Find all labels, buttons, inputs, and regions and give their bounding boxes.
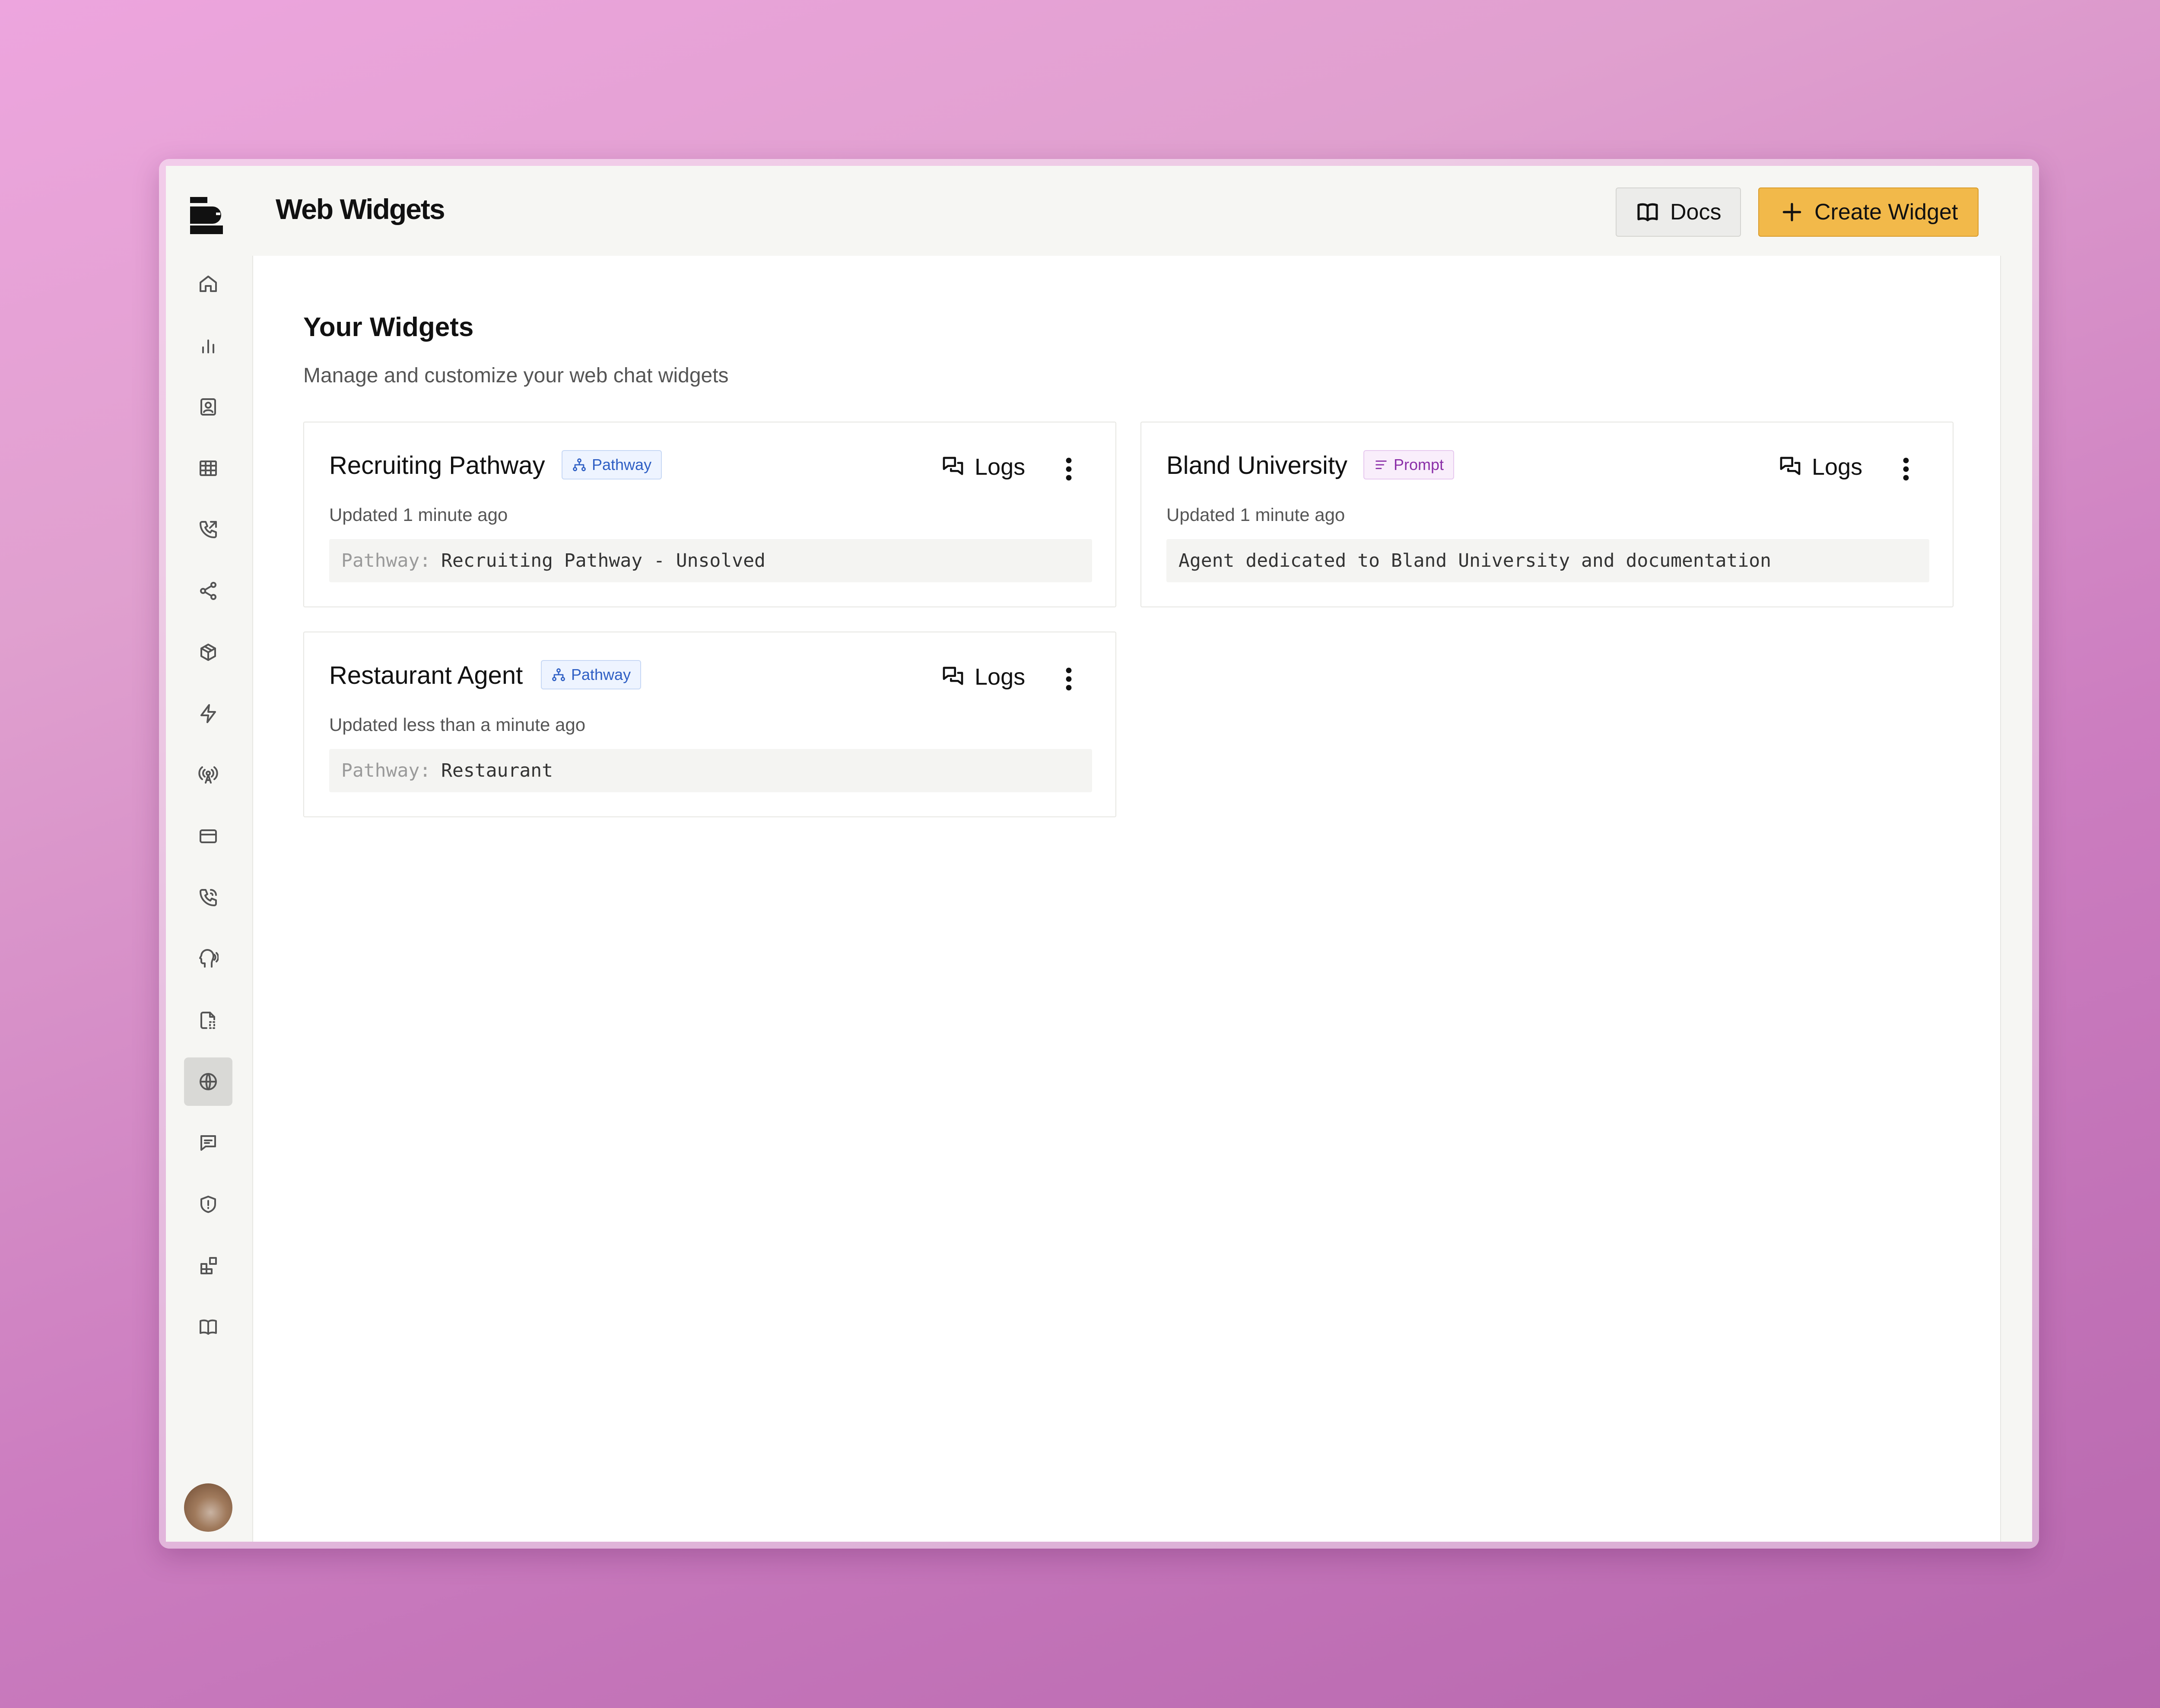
logs-button[interactable]: Logs (941, 664, 1025, 690)
lightning-icon (200, 704, 216, 723)
widget-name[interactable]: Bland University (1166, 451, 1347, 480)
sidebar-item-calls[interactable] (184, 505, 232, 554)
page-title: Web Widgets (276, 193, 445, 225)
updated-time: Updated less than a minute ago (329, 714, 586, 735)
sidebar-item-contacts[interactable] (184, 383, 232, 431)
pathway-icon (552, 668, 565, 681)
create-widget-button[interactable]: Create Widget (1758, 187, 1979, 237)
pathway-icon (573, 458, 586, 471)
message-square-icon (200, 1135, 216, 1151)
docs-button-label: Docs (1670, 200, 1722, 225)
widget-name[interactable]: Restaurant Agent (329, 661, 523, 690)
phone-call-icon (200, 889, 217, 906)
badge-label: Pathway (592, 456, 652, 473)
contact-icon (200, 398, 216, 416)
sidebar-item-broadcast[interactable] (184, 751, 232, 799)
logs-label: Logs (975, 664, 1026, 690)
section-title: Your Widgets (303, 312, 474, 342)
blocks-icon (200, 1257, 217, 1274)
plus-icon (1782, 203, 1801, 222)
badge-label: Pathway (571, 666, 631, 683)
create-widget-label: Create Widget (1814, 200, 1958, 225)
sidebar-item-voices[interactable] (184, 935, 232, 983)
file-dashed-icon (200, 1012, 215, 1029)
docs-button[interactable]: Docs (1616, 187, 1741, 237)
sidebar-item-tables[interactable] (184, 444, 232, 492)
sidebar-item-docs[interactable] (184, 1303, 232, 1351)
widget-config-preview: Pathway: Restaurant (329, 749, 1092, 792)
book-icon (200, 1319, 217, 1335)
logs-label: Logs (975, 454, 1026, 480)
logo-icon[interactable] (190, 197, 223, 234)
sidebar (166, 166, 252, 1542)
sidebar-item-integrations[interactable] (184, 1241, 232, 1290)
shield-alert-icon (200, 1196, 216, 1213)
config-key: Pathway: (341, 760, 431, 781)
more-options-icon[interactable] (1060, 457, 1077, 481)
sidebar-item-guardrails[interactable] (184, 1180, 232, 1229)
avatar[interactable] (184, 1483, 232, 1532)
type-badge: Prompt (1363, 450, 1455, 479)
widget-card[interactable]: Bland University Prompt Logs Updated 1 m… (1140, 422, 1954, 607)
logs-button[interactable]: Logs (941, 454, 1025, 480)
sidebar-item-phone-numbers[interactable] (184, 873, 232, 922)
sidebar-item-web-widgets[interactable] (184, 1057, 232, 1106)
config-value: Recruiting Pathway - Unsolved (441, 550, 766, 571)
type-badge: Pathway (562, 450, 662, 479)
config-value: Agent dedicated to Bland University and … (1178, 550, 1772, 571)
phone-outgoing-icon (200, 521, 217, 538)
table-icon (200, 460, 217, 476)
section-subtitle: Manage and customize your web chat widge… (303, 364, 729, 387)
sidebar-item-sms[interactable] (184, 1119, 232, 1167)
type-badge: Pathway (541, 660, 642, 689)
sidebar-item-billing[interactable] (184, 812, 232, 860)
updated-time: Updated 1 minute ago (329, 505, 508, 525)
broadcast-icon (198, 766, 218, 784)
config-key: Pathway: (341, 550, 431, 571)
more-options-icon[interactable] (1060, 667, 1077, 691)
logs-label: Logs (1812, 454, 1863, 480)
main-content: Your Widgets Manage and customize your w… (252, 256, 2001, 1542)
voice-head-icon (199, 949, 219, 968)
widget-card[interactable]: Restaurant Agent Pathway Logs Updated le… (303, 632, 1116, 817)
sidebar-item-knowledge[interactable] (184, 996, 232, 1044)
badge-label: Prompt (1394, 456, 1444, 473)
sidebar-item-pathways[interactable] (184, 567, 232, 615)
app-window: Web Widgets Docs Create Widget Your Widg… (166, 166, 2032, 1542)
globe-icon (200, 1073, 217, 1090)
home-icon (200, 276, 217, 292)
logs-button[interactable]: Logs (1778, 454, 1862, 480)
box-icon (200, 644, 216, 661)
config-value: Restaurant (441, 760, 553, 781)
messages-icon (1780, 457, 1801, 475)
book-icon (1637, 203, 1658, 222)
sidebar-item-analytics[interactable] (184, 321, 232, 370)
updated-time: Updated 1 minute ago (1166, 505, 1345, 525)
widget-card[interactable]: Recruiting Pathway Pathway Logs Updated … (303, 422, 1116, 607)
widget-config-preview: Pathway: Recruiting Pathway - Unsolved (329, 539, 1092, 582)
sidebar-item-automations[interactable] (184, 689, 232, 738)
messages-icon (943, 667, 963, 685)
more-options-icon[interactable] (1897, 457, 1915, 481)
sidebar-item-home[interactable] (184, 260, 232, 308)
bar-chart-icon (202, 340, 214, 353)
share-icon (200, 582, 216, 600)
credit-card-icon (200, 829, 217, 843)
prompt-icon (1375, 460, 1387, 469)
widget-config-preview: Agent dedicated to Bland University and … (1166, 539, 1929, 582)
topbar: Web Widgets Docs Create Widget (252, 166, 2032, 256)
sidebar-item-tools[interactable] (184, 628, 232, 676)
widget-name[interactable]: Recruiting Pathway (329, 451, 545, 480)
messages-icon (943, 457, 963, 475)
